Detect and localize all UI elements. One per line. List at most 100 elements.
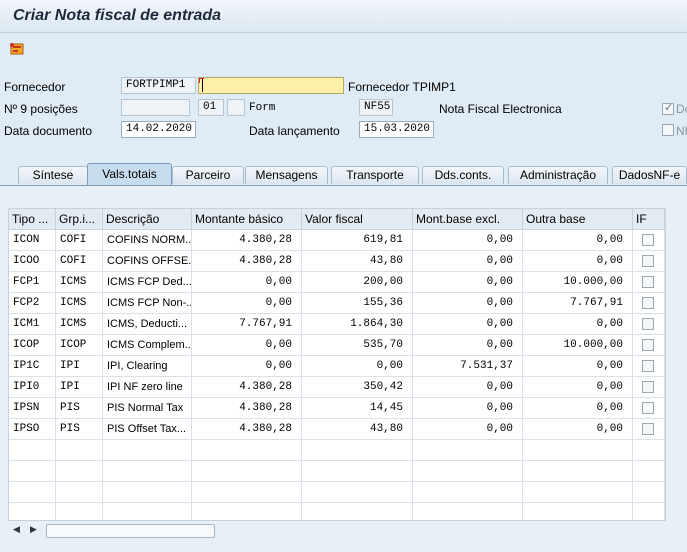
col-outra-base-cell[interactable]: 0,00 [523, 377, 633, 398]
col-tipo-cell[interactable]: IPSO [9, 419, 56, 440]
arrow-left-icon[interactable]: ◀ [13, 524, 20, 535]
col-montante-basico-cell[interactable]: 0,00 [192, 335, 302, 356]
col-valor-fiscal-header[interactable]: Valor fiscal [302, 209, 413, 230]
col-tipo-cell[interactable]: FCP2 [9, 293, 56, 314]
col-montante-basico-cell[interactable]: 4.380,28 [192, 419, 302, 440]
fornecedor-code-field[interactable]: FORTPIMP1 [121, 77, 196, 94]
col-valor-fiscal-cell[interactable]: 1.864,30 [302, 314, 413, 335]
col-montante-basico-cell[interactable]: 0,00 [192, 356, 302, 377]
tab-parceiro[interactable]: Parceiro [172, 166, 244, 184]
col-descricao-cell[interactable]: PIS Normal Tax [103, 398, 192, 419]
col-descricao-cell[interactable]: PIS Offset Tax... [103, 419, 192, 440]
if-checkbox[interactable] [642, 381, 654, 393]
col-grupo-header[interactable]: Grp.i... [56, 209, 103, 230]
col-if-cell[interactable] [633, 503, 665, 520]
col-tipo-cell[interactable]: IPSN [9, 398, 56, 419]
data-documento-field[interactable]: 14.02.2020 [121, 121, 196, 138]
col-mont-base-excl-cell[interactable] [413, 482, 523, 503]
col-valor-fiscal-cell[interactable]: 43,80 [302, 251, 413, 272]
col-outra-base-cell[interactable]: 0,00 [523, 398, 633, 419]
col-tipo-cell[interactable] [9, 482, 56, 503]
col-if-cell[interactable] [633, 356, 665, 377]
col-outra-base-cell[interactable]: 0,00 [523, 314, 633, 335]
if-checkbox[interactable] [642, 318, 654, 330]
col-if-cell[interactable] [633, 461, 665, 482]
col-mont-base-excl-cell[interactable] [413, 440, 523, 461]
col-if-cell[interactable] [633, 482, 665, 503]
if-checkbox[interactable] [642, 360, 654, 372]
col-if-header[interactable]: IF [633, 209, 665, 230]
table-row[interactable]: ICON COFI COFINS NORM... 4.380,28 619,81 0,00… [9, 230, 665, 251]
col-if-cell[interactable] [633, 377, 665, 398]
if-checkbox[interactable] [642, 402, 654, 414]
col-grupo-cell[interactable]: IPI [56, 377, 103, 398]
col-montante-basico-header[interactable]: Montante básico [192, 209, 302, 230]
col-outra-base-header[interactable]: Outra base [523, 209, 633, 230]
col-descricao-cell[interactable] [103, 440, 192, 461]
col-valor-fiscal-cell[interactable]: 155,36 [302, 293, 413, 314]
scroll-thumb[interactable] [46, 524, 215, 538]
col-montante-basico-cell[interactable]: 4.380,28 [192, 251, 302, 272]
col-grupo-cell[interactable] [56, 482, 103, 503]
if-checkbox[interactable] [642, 297, 654, 309]
form-field[interactable]: NF55 [359, 99, 393, 116]
table-row[interactable] [9, 461, 665, 482]
col-tipo-cell[interactable] [9, 440, 56, 461]
col-grupo-cell[interactable] [56, 461, 103, 482]
if-checkbox[interactable] [642, 339, 654, 351]
col-if-cell[interactable] [633, 251, 665, 272]
col-valor-fiscal-cell[interactable]: 200,00 [302, 272, 413, 293]
col-valor-fiscal-cell[interactable]: 350,42 [302, 377, 413, 398]
col-valor-fiscal-cell[interactable] [302, 482, 413, 503]
col-descricao-cell[interactable]: COFINS NORM... [103, 230, 192, 251]
table-row[interactable]: IP1C IPI IPI, Clearing 0,00 0,00 7.531,37 0,00 [9, 356, 665, 377]
col-mont-base-excl-cell[interactable] [413, 461, 523, 482]
table-row[interactable] [9, 482, 665, 503]
col-valor-fiscal-cell[interactable] [302, 503, 413, 520]
col-descricao-cell[interactable]: ICMS Complem... [103, 335, 192, 356]
col-valor-fiscal-cell[interactable]: 535,70 [302, 335, 413, 356]
col-descricao-cell[interactable]: COFINS OFFSE... [103, 251, 192, 272]
col-tipo-cell[interactable]: IPI0 [9, 377, 56, 398]
col-valor-fiscal-cell[interactable]: 43,80 [302, 419, 413, 440]
col-montante-basico-cell[interactable]: 4.380,28 [192, 230, 302, 251]
col-grupo-cell[interactable] [56, 440, 103, 461]
col-if-cell[interactable] [633, 440, 665, 461]
doc-checkbox[interactable] [662, 101, 674, 115]
tab-dds-conts[interactable]: Dds.conts. [422, 166, 504, 184]
col-descricao-cell[interactable] [103, 461, 192, 482]
col-outra-base-cell[interactable] [523, 440, 633, 461]
col-mont-base-excl-cell[interactable]: 0,00 [413, 230, 523, 251]
table-row[interactable]: IPSO PIS PIS Offset Tax... 4.380,28 43,80 0,0… [9, 419, 665, 440]
table-row[interactable] [9, 440, 665, 461]
col-tipo-cell[interactable] [9, 461, 56, 482]
col-mont-base-excl-header[interactable]: Mont.base excl. [413, 209, 523, 230]
tab-mensagens[interactable]: Mensagens [245, 166, 328, 184]
col-valor-fiscal-cell[interactable] [302, 440, 413, 461]
col-outra-base-cell[interactable] [523, 503, 633, 520]
tab-sintese[interactable]: Síntese [18, 166, 88, 184]
col-outra-base-cell[interactable]: 0,00 [523, 251, 633, 272]
fornecedor-input[interactable] [198, 77, 344, 94]
col-mont-base-excl-cell[interactable]: 0,00 [413, 293, 523, 314]
col-grupo-cell[interactable]: PIS [56, 398, 103, 419]
col-descricao-cell[interactable]: IPI, Clearing [103, 356, 192, 377]
col-descricao-cell[interactable]: IPI NF zero line [103, 377, 192, 398]
col-tipo-cell[interactable]: IP1C [9, 356, 56, 377]
col-grupo-cell[interactable] [56, 503, 103, 520]
col-descricao-cell[interactable] [103, 503, 192, 520]
col-grupo-cell[interactable]: ICOP [56, 335, 103, 356]
col-montante-basico-cell[interactable]: 7.767,91 [192, 314, 302, 335]
serie-field[interactable]: 01 [198, 99, 224, 116]
col-mont-base-excl-cell[interactable]: 0,00 [413, 251, 523, 272]
n9-field[interactable] [121, 99, 190, 116]
col-descricao-cell[interactable]: ICMS FCP Non-... [103, 293, 192, 314]
subserie-field[interactable] [227, 99, 245, 116]
col-outra-base-cell[interactable]: 0,00 [523, 356, 633, 377]
table-row[interactable]: ICM1 ICMS ICMS, Deducti... 7.767,91 1.864,30… [9, 314, 665, 335]
arrow-right-icon[interactable]: ▶ [30, 524, 37, 535]
table-row[interactable]: FCP2 ICMS ICMS FCP Non-... 0,00 155,36 0,00 7.… [9, 293, 665, 314]
col-mont-base-excl-cell[interactable] [413, 503, 523, 520]
col-montante-basico-cell[interactable] [192, 503, 302, 520]
col-mont-base-excl-cell[interactable]: 0,00 [413, 272, 523, 293]
